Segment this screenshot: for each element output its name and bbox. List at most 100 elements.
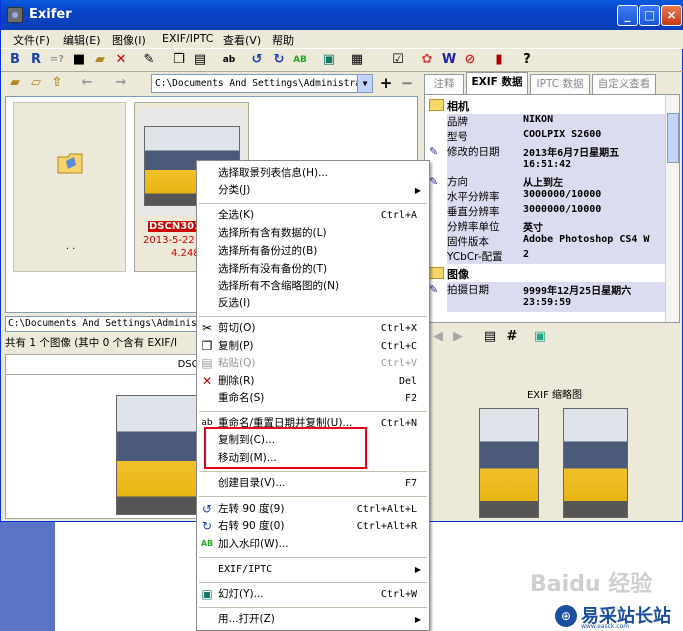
menu-bar: 文件(F) 编辑(E) 图像(I) EXIF/IPTC 查看(V) 帮助 xyxy=(1,30,683,48)
menu-item[interactable]: ▤ 粘贴(Q) Ctrl+V xyxy=(197,355,429,372)
edit-pencil-icon[interactable]: ✎ xyxy=(429,175,438,188)
menu-item[interactable]: 重命名(S) F2 xyxy=(197,390,429,407)
exif-row: 品牌 NIKON xyxy=(447,114,665,129)
path-combo[interactable]: C:\Documents And Settings\Administrat ▼ xyxy=(151,74,373,93)
word-icon[interactable]: W xyxy=(441,52,457,68)
menu-item[interactable]: 选择所有不含缩略图的(N) xyxy=(197,278,429,295)
remove-icon[interactable]: − xyxy=(399,75,415,91)
help-icon[interactable]: ? xyxy=(519,52,535,68)
folder-tree-icon[interactable]: ▱ xyxy=(28,75,44,91)
menu-image[interactable]: 图像(I) xyxy=(112,32,146,48)
rotate-right-icon: ↻ xyxy=(201,519,213,533)
menu-exif-iptc[interactable]: EXIF/IPTC xyxy=(162,32,213,45)
rotate-right-icon[interactable]: ↻ xyxy=(271,52,287,68)
copy-icon[interactable]: ❐ xyxy=(171,52,187,68)
minimize-button[interactable]: _ xyxy=(617,5,638,26)
tab-iptc-data[interactable]: IPTC 数据 xyxy=(530,74,590,94)
exif-row: 型号 COOLPIX S2600 xyxy=(447,129,665,144)
back-arrow-icon[interactable]: ← xyxy=(79,75,95,91)
edit-icon[interactable]: ✎ xyxy=(141,52,157,68)
folder-up-icon[interactable]: ⇧ xyxy=(49,75,65,91)
scroll-thumb[interactable] xyxy=(667,113,679,163)
prev-icon[interactable]: ◀ xyxy=(430,329,446,345)
chevron-down-icon[interactable]: ▼ xyxy=(357,75,372,92)
menu-item[interactable]: ▣ 幻灯(Y)... Ctrl+W xyxy=(197,586,429,603)
color-wheel-icon[interactable]: ✿ xyxy=(419,52,435,68)
add-icon[interactable]: + xyxy=(378,75,394,91)
highlight-box xyxy=(204,427,367,469)
no-entry-icon[interactable]: ⊘ xyxy=(462,52,478,68)
menu-file[interactable]: 文件(F) xyxy=(13,32,50,48)
save-icon[interactable]: ■ xyxy=(71,52,87,68)
menu-item[interactable]: ✕ 删除(R) Del xyxy=(197,373,429,390)
forward-arrow-icon[interactable]: → xyxy=(113,75,129,91)
tab-exif-data[interactable]: EXIF 数据 xyxy=(466,72,528,94)
menu-help[interactable]: 帮助 xyxy=(272,32,294,48)
view-mode-icon[interactable]: ▦ xyxy=(349,52,365,68)
submenu-arrow-icon: ▶ xyxy=(414,186,421,195)
exif-row: 垂直分辨率 3000000/10000 xyxy=(447,204,665,219)
menu-item[interactable]: 分类(J) ▶ xyxy=(197,182,429,199)
delete-icon: ✕ xyxy=(201,374,213,388)
folder-item[interactable]: . . xyxy=(13,102,126,272)
window-icon[interactable]: ▤ xyxy=(192,52,208,68)
menu-item[interactable]: ↺ 左转 90 度(9) Ctrl+Alt+L xyxy=(197,501,429,518)
menu-separator xyxy=(199,496,427,497)
menu-separator xyxy=(199,203,427,204)
navigation-toolbar: ▰ ▱ ⇧ ← → C:\Documents And Settings\Admi… xyxy=(1,72,421,96)
menu-item[interactable]: 选择取景列表信息(H)... xyxy=(197,165,429,182)
rename-icon[interactable]: ab xyxy=(221,52,237,68)
menu-item[interactable]: 全选(K) Ctrl+A xyxy=(197,207,429,224)
menu-item[interactable]: 选择所有没有备份的(T) xyxy=(197,261,429,278)
rotate-left-icon[interactable]: ↺ xyxy=(249,52,265,68)
open-folder-icon[interactable]: ▰ xyxy=(92,52,108,68)
exif-row: 23:59:59 xyxy=(447,297,665,312)
exif-list[interactable]: 相机 品牌 NIKON 型号 COOLPIX S2600 ✎ 修改的日期 2013年6月… xyxy=(424,94,680,323)
close-button[interactable]: × xyxy=(661,5,682,26)
delete-icon[interactable]: ✕ xyxy=(113,52,129,68)
section-image: 图像 xyxy=(429,266,469,282)
desktop-background xyxy=(0,522,55,631)
slideshow-icon[interactable]: ▣ xyxy=(321,52,337,68)
checklist-icon[interactable]: ☑ xyxy=(390,52,406,68)
title-bar[interactable]: Exifer _ □ × xyxy=(1,0,683,30)
menu-edit[interactable]: 编辑(E) xyxy=(63,32,101,48)
hash-icon[interactable]: # xyxy=(504,329,520,345)
menu-item[interactable]: 选择所有含有数据的(L) xyxy=(197,225,429,242)
exit-icon[interactable]: ▮ xyxy=(491,52,507,68)
exif-pane: 注释 EXIF 数据 IPTC 数据 自定义查看 相机 品牌 NIKON 型号 CO… xyxy=(422,72,682,354)
exif-scrollbar[interactable] xyxy=(665,95,679,322)
bold-r-icon[interactable]: R xyxy=(28,52,44,68)
image-view-icon[interactable]: ▣ xyxy=(532,329,548,345)
menu-item[interactable]: ✂ 剪切(O) Ctrl+X xyxy=(197,320,429,337)
list-view-icon[interactable]: ▤ xyxy=(482,329,498,345)
compare-icon[interactable]: =? xyxy=(49,52,65,68)
tab-comment[interactable]: 注释 xyxy=(424,74,464,94)
rotate-left-icon: ↺ xyxy=(201,502,213,516)
watermark-icon[interactable]: AB xyxy=(292,52,308,68)
tab-custom-view[interactable]: 自定义查看 xyxy=(592,74,656,94)
edit-pencil-icon[interactable]: ✎ xyxy=(429,283,438,296)
menu-view[interactable]: 查看(V) xyxy=(223,32,261,48)
menu-item[interactable]: AB 加入水印(W)... xyxy=(197,536,429,553)
menu-item[interactable]: 选择所有备份过的(B) xyxy=(197,243,429,260)
menu-separator xyxy=(199,582,427,583)
menu-item[interactable]: 创建目录(V)... F7 xyxy=(197,475,429,492)
menu-item[interactable]: EXIF/IPTC ▶ xyxy=(197,561,429,578)
maximize-button[interactable]: □ xyxy=(639,5,660,26)
context-menu: 选择取景列表信息(H)... 分类(J) ▶ 全选(K) Ctrl+A 选择所有含有… xyxy=(196,160,430,631)
next-icon[interactable]: ▶ xyxy=(450,329,466,345)
menu-item[interactable]: 用...打开(Z) ▶ xyxy=(197,611,429,628)
edit-pencil-icon[interactable]: ✎ xyxy=(429,145,438,158)
menu-item[interactable]: 反选(I) xyxy=(197,295,429,312)
path-combo-value: C:\Documents And Settings\Administrat xyxy=(155,78,367,89)
exif-thumbnail-header: EXIF 缩略图 xyxy=(526,390,583,401)
bold-b-icon[interactable]: B xyxy=(7,52,23,68)
menu-item[interactable]: ↻ 右转 90 度(0) Ctrl+Alt+R xyxy=(197,518,429,535)
open-icon[interactable]: ▰ xyxy=(7,75,23,91)
copy-icon: ❐ xyxy=(201,339,213,353)
exif-row: 16:51:42 xyxy=(447,159,665,174)
window-title: Exifer xyxy=(29,7,72,22)
exif-thumbnail-image-1 xyxy=(479,408,539,518)
menu-item[interactable]: ❐ 复制(P) Ctrl+C xyxy=(197,338,429,355)
